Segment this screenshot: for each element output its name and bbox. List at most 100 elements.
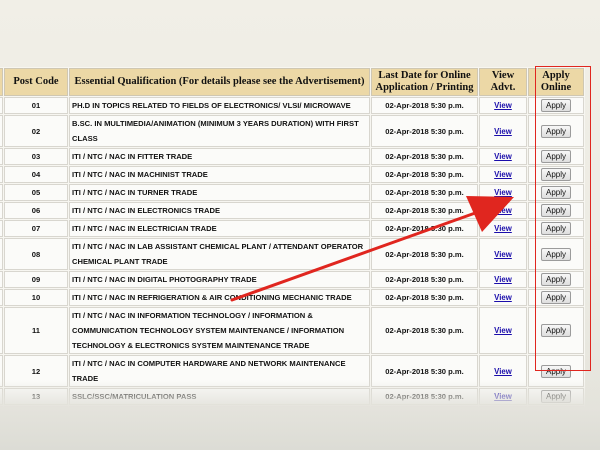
post-code-cell: 09 <box>4 271 68 288</box>
apply-button[interactable]: Apply <box>541 222 571 235</box>
header-view-advt: View Advt. <box>479 68 527 96</box>
view-cell: View <box>479 220 527 237</box>
apply-cell: Apply <box>528 271 584 288</box>
post-code-cell: 01 <box>4 97 68 114</box>
apply-cell: Apply <box>528 220 584 237</box>
apply-button[interactable]: Apply <box>541 324 571 337</box>
header-apply-online: Apply Online <box>528 68 584 96</box>
row-spacer <box>0 238 3 270</box>
apply-button[interactable]: Apply <box>541 247 571 261</box>
last-date-cell: 02-Apr-2018 5:30 p.m. <box>371 166 478 183</box>
apply-button[interactable]: Apply <box>541 186 571 199</box>
view-advt-link[interactable]: View <box>494 152 512 161</box>
last-date-cell: 02-Apr-2018 5:30 p.m. <box>371 148 478 165</box>
header-spacer <box>0 68 3 96</box>
qualification-cell: ITI / NTC / NAC IN MACHINIST TRADE <box>69 166 370 183</box>
post-code-cell: 10 <box>4 289 68 306</box>
view-advt-link[interactable]: View <box>494 250 512 259</box>
view-advt-link[interactable]: View <box>494 127 512 136</box>
row-spacer <box>0 184 3 201</box>
view-cell: View <box>479 238 527 270</box>
apply-button[interactable]: Apply <box>541 168 571 181</box>
qualification-cell: ITI / NTC / NAC IN DIGITAL PHOTOGRAPHY T… <box>69 271 370 288</box>
header-last-date: Last Date for Online Application / Print… <box>371 68 478 96</box>
view-cell: View <box>479 271 527 288</box>
apply-cell: Apply <box>528 166 584 183</box>
table-row: 07 ITI / NTC / NAC IN ELECTRICIAN TRADE 02… <box>0 220 584 237</box>
last-date-cell: 02-Apr-2018 5:30 p.m. <box>371 97 478 114</box>
view-advt-link[interactable]: View <box>494 326 512 335</box>
apply-cell: Apply <box>528 289 584 306</box>
last-date-cell: 02-Apr-2018 5:30 p.m. <box>371 271 478 288</box>
row-spacer <box>0 307 3 354</box>
view-advt-link[interactable]: View <box>494 170 512 179</box>
apply-button[interactable]: Apply <box>541 150 571 163</box>
view-advt-link[interactable]: View <box>494 224 512 233</box>
qualification-cell: ITI / NTC / NAC IN ELECTRONICS TRADE <box>69 202 370 219</box>
view-cell: View <box>479 307 527 354</box>
apply-button[interactable]: Apply <box>541 204 571 217</box>
view-advt-link[interactable]: View <box>494 275 512 284</box>
post-code-cell: 02 <box>4 115 68 147</box>
apply-cell: Apply <box>528 115 584 147</box>
last-date-cell: 02-Apr-2018 5:30 p.m. <box>371 238 478 270</box>
post-code-cell: 03 <box>4 148 68 165</box>
row-spacer <box>0 271 3 288</box>
apply-button[interactable]: Apply <box>541 364 571 378</box>
last-date-cell: 02-Apr-2018 5:30 p.m. <box>371 289 478 306</box>
view-cell: View <box>479 97 527 114</box>
apply-cell: Apply <box>528 307 584 354</box>
post-code-cell: 07 <box>4 220 68 237</box>
header-qualification: Essential Qualification (For details ple… <box>69 68 370 96</box>
apply-cell: Apply <box>528 184 584 201</box>
apply-cell: Apply <box>528 148 584 165</box>
post-code-cell: 04 <box>4 166 68 183</box>
last-date-cell: 02-Apr-2018 5:30 p.m. <box>371 184 478 201</box>
view-advt-link[interactable]: View <box>494 367 512 376</box>
apply-button[interactable]: Apply <box>541 291 571 304</box>
table-row: 06 ITI / NTC / NAC IN ELECTRONICS TRADE 02… <box>0 202 584 219</box>
row-spacer <box>0 166 3 183</box>
view-advt-link[interactable]: View <box>494 293 512 302</box>
row-spacer <box>0 115 3 147</box>
view-advt-link[interactable]: View <box>494 206 512 215</box>
apply-button[interactable]: Apply <box>541 99 571 112</box>
table-row: 05 ITI / NTC / NAC IN TURNER TRADE 02-Apr-… <box>0 184 584 201</box>
bottom-blur <box>0 380 600 450</box>
post-code-cell: 11 <box>4 307 68 354</box>
last-date-cell: 02-Apr-2018 5:30 p.m. <box>371 115 478 147</box>
header-post-code: Post Code <box>4 68 68 96</box>
table-row: 04 ITI / NTC / NAC IN MACHINIST TRADE 02-A… <box>0 166 584 183</box>
post-code-cell: 05 <box>4 184 68 201</box>
row-spacer <box>0 220 3 237</box>
view-advt-link[interactable]: View <box>494 101 512 110</box>
table-row: 02 B.SC. IN MULTIMEDIA/ANIMATION (MINIMUM… <box>0 115 584 147</box>
view-advt-link[interactable]: View <box>494 188 512 197</box>
table-row: 03 ITI / NTC / NAC IN FITTER TRADE 02-Apr-… <box>0 148 584 165</box>
row-spacer <box>0 289 3 306</box>
apply-cell: Apply <box>528 97 584 114</box>
qualification-cell: ITI / NTC / NAC IN LAB ASSISTANT CHEMICA… <box>69 238 370 270</box>
qualification-cell: ITI / NTC / NAC IN ELECTRICIAN TRADE <box>69 220 370 237</box>
view-cell: View <box>479 115 527 147</box>
last-date-cell: 02-Apr-2018 5:30 p.m. <box>371 220 478 237</box>
qualification-cell: ITI / NTC / NAC IN FITTER TRADE <box>69 148 370 165</box>
last-date-cell: 02-Apr-2018 5:30 p.m. <box>371 307 478 354</box>
view-cell: View <box>479 202 527 219</box>
row-spacer <box>0 202 3 219</box>
apply-cell: Apply <box>528 202 584 219</box>
table-row: 10 ITI / NTC / NAC IN REFRIGERATION & AIR… <box>0 289 584 306</box>
view-cell: View <box>479 184 527 201</box>
qualification-cell: B.SC. IN MULTIMEDIA/ANIMATION (MINIMUM 3… <box>69 115 370 147</box>
apply-button[interactable]: Apply <box>541 273 571 286</box>
view-cell: View <box>479 289 527 306</box>
post-code-cell: 08 <box>4 238 68 270</box>
last-date-cell: 02-Apr-2018 5:30 p.m. <box>371 202 478 219</box>
apply-cell: Apply <box>528 238 584 270</box>
row-spacer <box>0 148 3 165</box>
table-row: 09 ITI / NTC / NAC IN DIGITAL PHOTOGRAPHY… <box>0 271 584 288</box>
table-row: 08 ITI / NTC / NAC IN LAB ASSISTANT CHEMI… <box>0 238 584 270</box>
table-row: 01 PH.D IN TOPICS RELATED TO FIELDS OF EL… <box>0 97 584 114</box>
apply-button[interactable]: Apply <box>541 124 571 138</box>
row-spacer <box>0 97 3 114</box>
